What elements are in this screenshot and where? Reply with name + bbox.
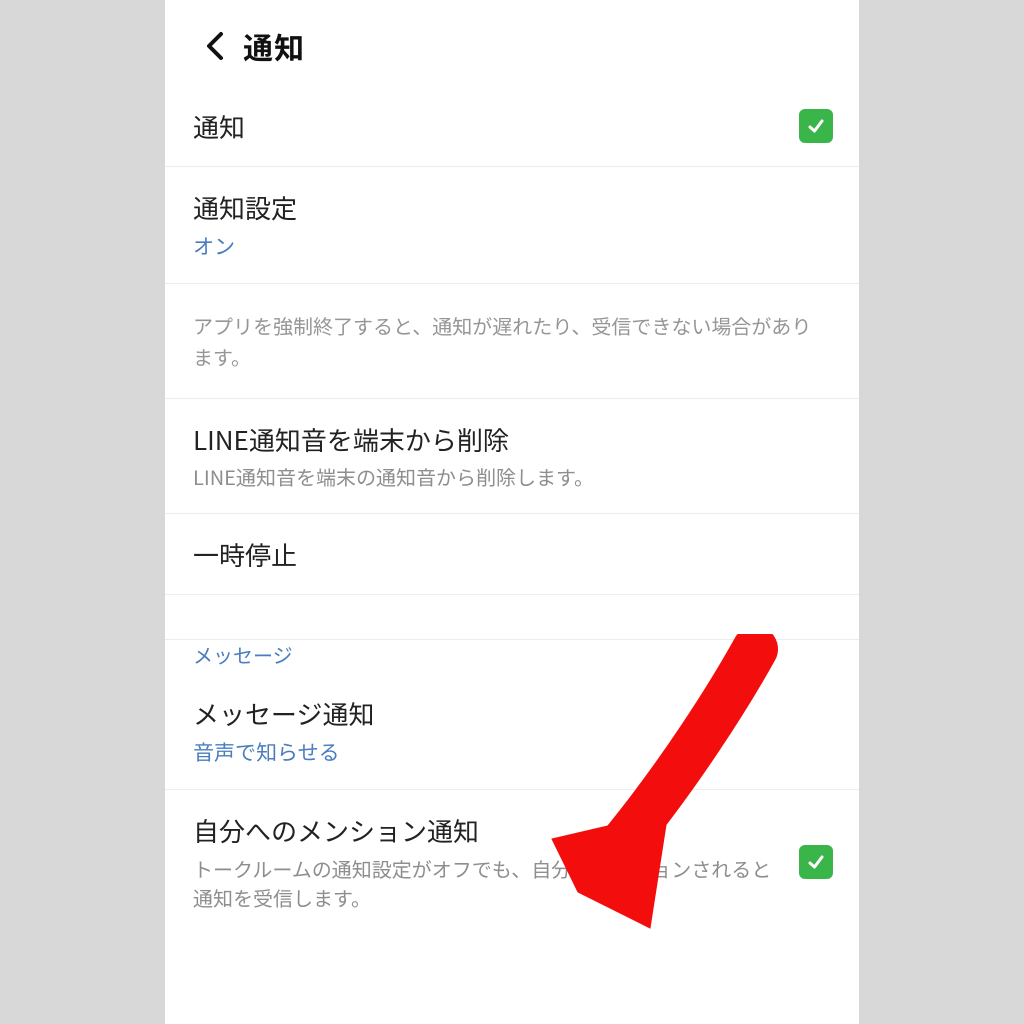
row-mention-sub: トークルームの通知設定がオフでも、自分がメンションされると通知を受信します。 (193, 854, 779, 912)
chevron-left-icon (204, 31, 226, 61)
row-notification-settings-value: オン (193, 231, 831, 261)
checkmark-icon (806, 116, 826, 136)
row-delete-sound-label: LINE通知音を端末から削除 (193, 423, 831, 457)
row-message-notifications[interactable]: メッセージ通知 音声で知らせる (165, 673, 859, 790)
row-message-notifications-label: メッセージ通知 (193, 697, 831, 731)
checkbox-notifications[interactable] (799, 109, 833, 143)
row-delete-sound[interactable]: LINE通知音を端末から削除 LINE通知音を端末の通知音から削除します。 (165, 399, 859, 515)
row-delete-sound-sub: LINE通知音を端末の通知音から削除します。 (193, 462, 831, 491)
checkmark-icon (806, 852, 826, 872)
section-label-message: メッセージ (165, 640, 859, 673)
page-title: 通知 (243, 24, 305, 68)
row-message-notifications-value: 音声で知らせる (193, 737, 831, 767)
row-pause-label: 一時停止 (193, 538, 831, 572)
back-button[interactable] (193, 24, 237, 68)
header: 通知 (165, 0, 859, 86)
force-quit-info: アプリを強制終了すると、通知が遅れたり、受信できない場合があります。 (165, 284, 859, 399)
settings-screen: 通知 通知 通知設定 オン アプリを強制終了すると、通知が遅れたり、受信できない… (165, 0, 859, 1024)
row-mention-notifications[interactable]: 自分へのメンション通知 トークルームの通知設定がオフでも、自分がメンションされる… (165, 790, 859, 934)
section-gap (165, 595, 859, 640)
checkbox-mention[interactable] (799, 845, 833, 879)
row-notifications-label: 通知 (193, 110, 831, 144)
row-notification-settings-label: 通知設定 (193, 191, 831, 225)
row-pause[interactable]: 一時停止 (165, 514, 859, 595)
row-mention-label: 自分へのメンション通知 (193, 814, 779, 848)
row-notifications[interactable]: 通知 (165, 86, 859, 167)
row-notification-settings[interactable]: 通知設定 オン (165, 167, 859, 284)
